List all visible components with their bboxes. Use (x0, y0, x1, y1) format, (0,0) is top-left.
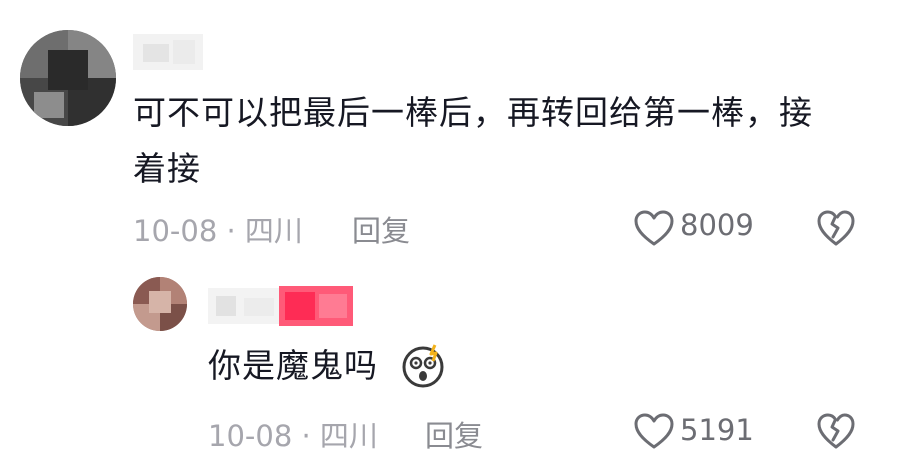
reply-button[interactable]: 回复 (425, 413, 483, 455)
heart-outline-icon[interactable] (633, 209, 675, 247)
replier-username-blurred[interactable] (208, 288, 283, 324)
reply-button[interactable]: 回复 (352, 208, 410, 250)
commenter-username-blurred[interactable] (133, 34, 203, 70)
like-count: 5191 (680, 413, 754, 447)
reply-text: 你是魔鬼吗 (208, 346, 378, 385)
reply-meta: 10-08 · 四川 (208, 419, 378, 453)
broken-heart-icon[interactable] (816, 412, 856, 450)
replier-tag-blurred (279, 286, 353, 326)
commenter-avatar[interactable] (20, 30, 116, 126)
replier-avatar[interactable] (133, 277, 187, 331)
shocked-face-emoji-icon (402, 344, 444, 388)
comment-meta: 10-08 · 四川 (133, 214, 303, 248)
like-count: 8009 (680, 208, 754, 242)
broken-heart-icon[interactable] (816, 209, 856, 247)
comment-text: 可不可以把最后一棒后，再转回给第一棒，接着接 (133, 93, 813, 188)
heart-outline-icon[interactable] (633, 412, 675, 450)
